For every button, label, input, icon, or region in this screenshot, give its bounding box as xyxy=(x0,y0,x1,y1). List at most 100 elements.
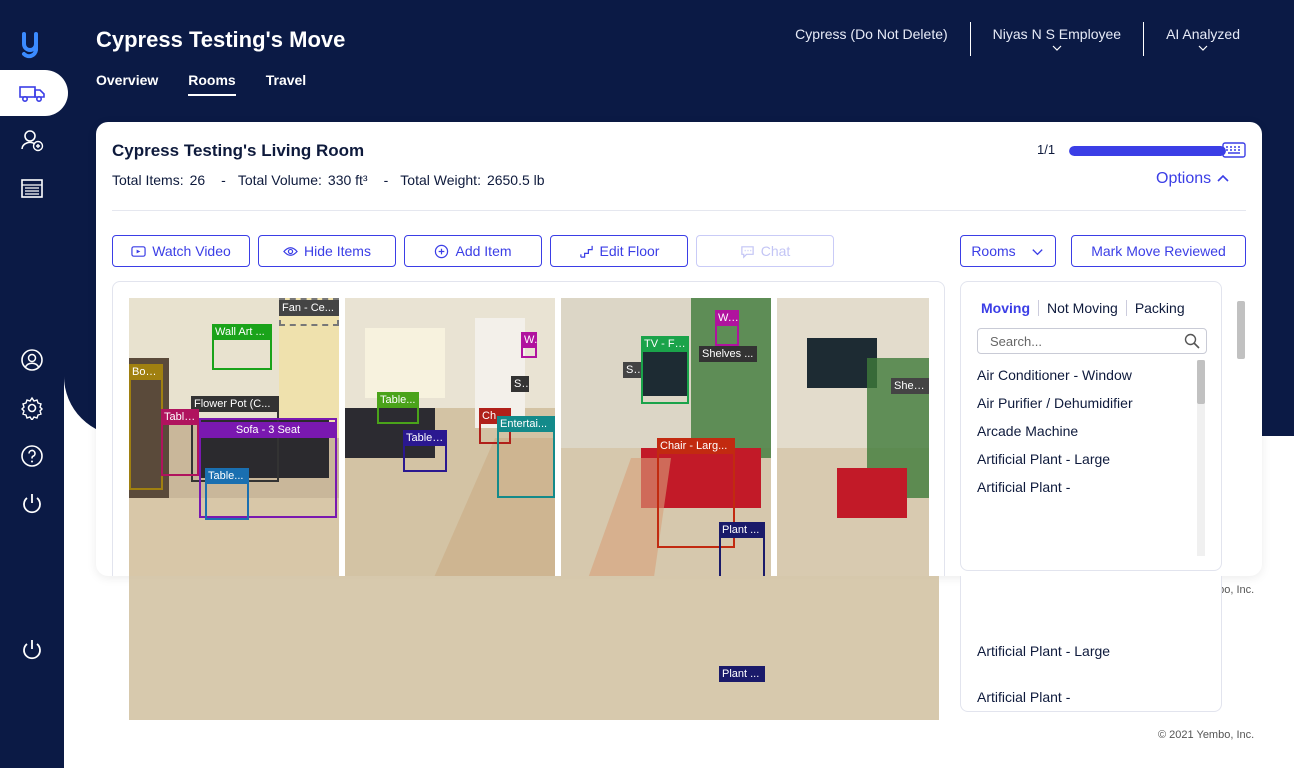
item-label: S... xyxy=(623,362,641,378)
stairs-icon xyxy=(579,245,593,258)
sidebar xyxy=(0,0,68,768)
list-scrollbar[interactable] xyxy=(1197,360,1205,556)
header-divider xyxy=(112,210,1246,211)
tab-overview[interactable]: Overview xyxy=(96,72,158,96)
rooms-dropdown[interactable]: Rooms xyxy=(960,235,1056,267)
item-label: TV - Fl... xyxy=(641,336,689,352)
nav-help[interactable] xyxy=(18,442,46,470)
item-search[interactable]: Search... xyxy=(977,328,1207,354)
item-bbox[interactable] xyxy=(129,370,163,490)
options-toggle[interactable]: Options xyxy=(1156,170,1229,188)
account-icon xyxy=(21,349,43,371)
item-label: Table... xyxy=(205,468,249,484)
panel-scrollbar[interactable] xyxy=(1234,281,1246,571)
items-label: Total Items: xyxy=(112,172,184,188)
item-label: Entertai... xyxy=(497,416,555,432)
mode-label: AI Analyzed xyxy=(1166,26,1240,42)
list-item[interactable]: Air Conditioner - Window xyxy=(977,360,1195,388)
item-filter-tabs: Moving Not Moving Packing xyxy=(979,300,1193,316)
panel-scrollbar-thumb[interactable] xyxy=(1237,301,1245,359)
yembo-logo[interactable] xyxy=(20,28,46,60)
room-photo[interactable]: Shelve... xyxy=(777,298,929,576)
tab-bar: Overview Rooms Travel xyxy=(96,72,306,96)
room-stats: Total Items: 26 - Total Volume: 330 ft³ … xyxy=(112,172,545,188)
list-item[interactable]: Artificial Plant - Large xyxy=(977,444,1195,472)
nav-add-user[interactable] xyxy=(18,126,46,154)
watch-video-button[interactable]: Watch Video xyxy=(112,235,250,267)
rooms-label: Rooms xyxy=(971,243,1016,259)
power-icon xyxy=(23,640,41,660)
item-bbox[interactable] xyxy=(497,422,555,498)
item-label: Boo... xyxy=(129,364,163,380)
user-menu[interactable]: Niyas N S Employee xyxy=(969,22,1143,56)
room-photo[interactable]: W... TV - Fl... S... Shelves ... Chair -… xyxy=(561,298,771,576)
nav-logout[interactable] xyxy=(18,490,46,518)
add-item-label: Add Item xyxy=(455,243,512,259)
list-scrollbar-thumb[interactable] xyxy=(1197,360,1205,404)
nav-moves[interactable] xyxy=(0,70,68,116)
hide-items-label: Hide Items xyxy=(304,243,371,259)
nav-account[interactable] xyxy=(18,346,46,374)
list-item: Artificial Plant - Large xyxy=(977,643,1111,659)
room-photo[interactable]: Fan - Ce... Wall Art ... Boo... Flower P… xyxy=(129,298,339,576)
edit-floor-button[interactable]: Edit Floor xyxy=(550,235,688,267)
filter-packing[interactable]: Packing xyxy=(1125,300,1193,316)
ghost-duplicate: Artificial Plant - Large Artificial Plan… xyxy=(96,576,1262,768)
item-label: W... xyxy=(715,310,739,326)
item-label: Wall Art ... xyxy=(212,324,272,340)
ghost-item-panel: Artificial Plant - Large Artificial Plan… xyxy=(960,576,1222,712)
weight-value: 2650.5 lb xyxy=(486,172,545,188)
item-type-list: Air Conditioner - Window Air Purifier / … xyxy=(977,360,1195,556)
hide-items-button[interactable]: Hide Items xyxy=(258,235,396,267)
photo-strip: Fan - Ce... Wall Art ... Boo... Flower P… xyxy=(112,281,945,576)
mark-reviewed-label: Mark Move Reviewed xyxy=(1091,243,1226,259)
eye-icon xyxy=(283,246,298,256)
chevron-up-icon xyxy=(1217,174,1229,182)
tab-travel[interactable]: Travel xyxy=(266,72,306,96)
chevron-down-icon xyxy=(1032,248,1043,255)
list-item[interactable]: Arcade Machine xyxy=(977,416,1195,444)
item-label: Shelves ... xyxy=(699,346,757,362)
mark-reviewed-button[interactable]: Mark Move Reviewed xyxy=(1071,235,1246,267)
nav-settings[interactable] xyxy=(18,394,46,422)
tab-rooms[interactable]: Rooms xyxy=(188,72,236,96)
room-card: Cypress Testing's Living Room Total Item… xyxy=(96,122,1262,576)
add-user-icon xyxy=(21,130,44,152)
item-label: Table... xyxy=(161,409,199,425)
help-icon xyxy=(21,445,43,467)
item-type-panel: Moving Not Moving Packing Search... Air … xyxy=(960,281,1222,571)
company-name: Cypress (Do Not Delete) xyxy=(795,26,948,42)
weight-label: Total Weight: xyxy=(400,172,481,188)
user-name: Niyas N S Employee xyxy=(992,26,1122,42)
chevron-down-icon xyxy=(1198,45,1208,51)
app-root: Cypress Testing's Move Overview Rooms Tr… xyxy=(0,0,1294,768)
watch-video-label: Watch Video xyxy=(152,243,231,259)
add-item-button[interactable]: Add Item xyxy=(404,235,542,267)
chat-label: Chat xyxy=(760,243,791,259)
chat-button[interactable]: Chat xyxy=(696,235,834,267)
company-selector[interactable]: Cypress (Do Not Delete) xyxy=(773,22,970,46)
filter-not-moving[interactable]: Not Moving xyxy=(1038,300,1126,316)
keyboard-icon[interactable] xyxy=(1222,141,1246,159)
truck-icon xyxy=(19,86,45,103)
filter-moving[interactable]: Moving xyxy=(979,300,1038,316)
item-label: Fan - Ce... xyxy=(279,300,339,316)
copyright: © 2021 Yembo, Inc. xyxy=(1158,729,1255,741)
power-icon xyxy=(23,494,41,514)
top-right-menu: Cypress (Do Not Delete) Niyas N S Employ… xyxy=(773,22,1262,56)
item-label: Plant ... xyxy=(719,522,765,538)
nav-logout-ghost[interactable] xyxy=(18,636,46,664)
mode-menu[interactable]: AI Analyzed xyxy=(1143,22,1262,56)
item-label: S... xyxy=(511,376,529,392)
room-photo[interactable]: W... S... Table... Table ... Ch... Enter… xyxy=(345,298,555,576)
review-progress-bar xyxy=(1069,146,1226,156)
item-label: W... xyxy=(521,332,537,348)
search-icon xyxy=(1184,333,1200,349)
list-item[interactable]: Artificial Plant - xyxy=(977,472,1195,500)
room-photo-image xyxy=(777,298,929,576)
item-bbox[interactable] xyxy=(161,416,199,476)
plus-circle-icon xyxy=(435,244,449,258)
nav-calendar[interactable] xyxy=(18,174,46,202)
list-item[interactable]: Air Purifier / Dehumidifier xyxy=(977,388,1195,416)
volume-label: Total Volume: xyxy=(237,172,322,188)
